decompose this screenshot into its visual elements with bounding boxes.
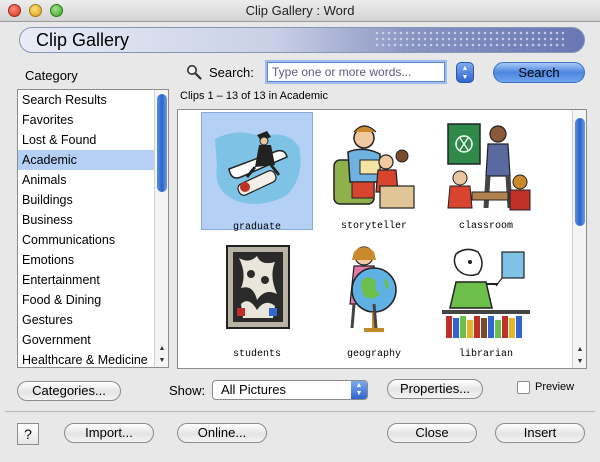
preview-label: Preview xyxy=(535,381,575,393)
scroll-up-arrow-icon[interactable]: ▲ xyxy=(155,343,168,355)
clip-graduate[interactable]: graduate xyxy=(201,112,313,233)
category-item-lost-found[interactable]: Lost & Found xyxy=(18,130,156,150)
header-banner: Clip Gallery xyxy=(19,27,585,53)
students-clipart-icon xyxy=(226,245,290,329)
close-button[interactable]: Close xyxy=(387,423,477,443)
clip-caption: storyteller xyxy=(340,221,407,232)
clip-grid: graduate storyteller classroom students … xyxy=(177,109,587,369)
clips-count-label: Clips 1 – 13 of 13 in Academic xyxy=(180,90,328,102)
category-scrollbar[interactable]: ▲ ▼ xyxy=(154,90,168,367)
categories-button[interactable]: Categories... xyxy=(17,381,121,401)
category-item-communications[interactable]: Communications xyxy=(18,230,156,250)
clip-caption: classroom xyxy=(458,221,513,232)
geography-clipart-icon xyxy=(349,246,397,332)
online-button[interactable]: Online... xyxy=(177,423,267,443)
show-filter-value: All Pictures xyxy=(221,382,287,397)
category-item-buildings[interactable]: Buildings xyxy=(18,190,156,210)
properties-button[interactable]: Properties... xyxy=(387,379,483,399)
magnifier-icon xyxy=(187,65,202,80)
show-label: Show: xyxy=(169,383,206,398)
clip-storyteller[interactable]: storyteller xyxy=(318,112,430,232)
show-filter-select[interactable]: All Pictures ▲ ▼ xyxy=(212,380,368,400)
scroll-down-arrow-icon[interactable]: ▼ xyxy=(573,356,586,368)
clip-students[interactable]: students xyxy=(201,244,313,360)
category-item-academic[interactable]: Academic xyxy=(18,150,156,170)
category-list[interactable]: Search Results Favorites Lost & Found Ac… xyxy=(17,89,169,368)
clip-classroom[interactable]: classroom xyxy=(430,112,542,232)
clip-gallery-window: Clip Gallery : Word Clip Gallery Categor… xyxy=(0,0,600,462)
category-item-search-results[interactable]: Search Results xyxy=(18,90,156,110)
search-label: Search: xyxy=(209,65,254,80)
clip-caption: librarian xyxy=(458,349,513,360)
divider xyxy=(5,411,595,412)
clip-grid-scroll-thumb[interactable] xyxy=(575,118,585,226)
clip-caption: geography xyxy=(346,349,401,360)
select-arrows-icon: ▲ ▼ xyxy=(351,381,367,399)
scroll-down-arrow-icon[interactable]: ▼ xyxy=(155,355,168,367)
category-item-government[interactable]: Government xyxy=(18,330,156,350)
graduate-clipart-icon xyxy=(215,131,301,204)
search-history-stepper[interactable]: ▲ ▼ xyxy=(456,62,474,83)
title-bar: Clip Gallery : Word xyxy=(0,0,600,22)
clip-caption: students xyxy=(232,349,281,360)
clip-librarian[interactable]: librarian xyxy=(430,244,542,360)
import-button[interactable]: Import... xyxy=(64,423,154,443)
search-input[interactable] xyxy=(267,62,445,82)
category-scroll-thumb[interactable] xyxy=(157,94,167,192)
banner-title: Clip Gallery xyxy=(36,30,130,50)
storyteller-clipart-icon xyxy=(333,125,415,209)
clip-grid-scrollbar[interactable]: ▲ ▼ xyxy=(572,110,586,368)
banner-dot-pattern xyxy=(374,30,564,50)
scroll-up-arrow-icon[interactable]: ▲ xyxy=(573,344,586,356)
category-item-gestures[interactable]: Gestures xyxy=(18,310,156,330)
clip-caption: graduate xyxy=(232,222,281,233)
help-button[interactable]: ? xyxy=(17,423,39,445)
category-item-entertainment[interactable]: Entertainment xyxy=(18,270,156,290)
preview-checkbox[interactable] xyxy=(517,381,530,394)
window-title: Clip Gallery : Word xyxy=(245,3,355,18)
category-heading: Category xyxy=(25,68,78,83)
category-item-business[interactable]: Business xyxy=(18,210,156,230)
insert-button[interactable]: Insert xyxy=(495,423,585,443)
librarian-clipart-icon xyxy=(442,248,530,338)
category-item-animals[interactable]: Animals xyxy=(18,170,156,190)
category-item-food-dining[interactable]: Food & Dining xyxy=(18,290,156,310)
category-item-healthcare[interactable]: Healthcare & Medicine xyxy=(18,350,156,367)
classroom-clipart-icon xyxy=(447,123,531,211)
search-button[interactable]: Search xyxy=(493,62,585,83)
clip-geography[interactable]: geography xyxy=(318,244,430,360)
category-item-favorites[interactable]: Favorites xyxy=(18,110,156,130)
category-item-emotions[interactable]: Emotions xyxy=(18,250,156,270)
